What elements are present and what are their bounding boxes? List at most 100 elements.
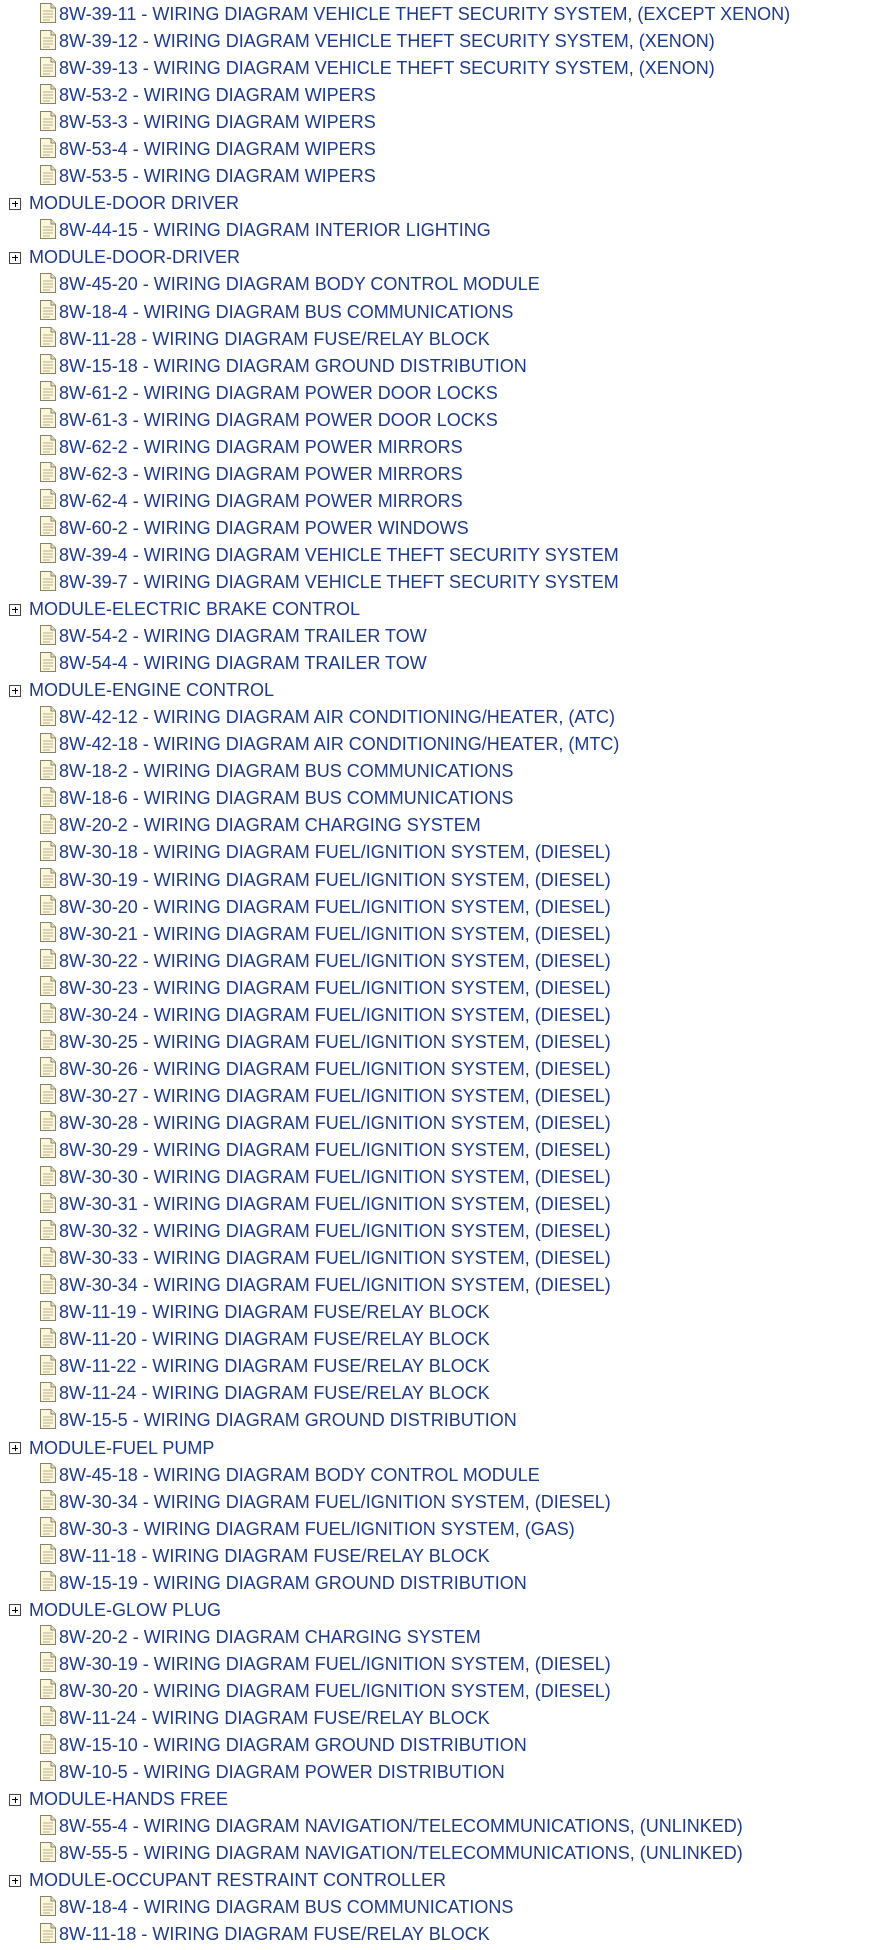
tree-item-link[interactable]: 8W-30-3 - WIRING DIAGRAM FUEL/IGNITION S… <box>59 1516 575 1543</box>
tree-item-row[interactable]: 8W-11-24 - WIRING DIAGRAM FUSE/RELAY BLO… <box>0 1705 896 1732</box>
tree-group-row[interactable]: MODULE-ENGINE CONTROL <box>0 677 896 704</box>
tree-group-row[interactable]: MODULE-HANDS FREE <box>0 1786 896 1813</box>
tree-item-link[interactable]: 8W-62-4 - WIRING DIAGRAM POWER MIRRORS <box>59 488 463 515</box>
tree-item-link[interactable]: 8W-53-3 - WIRING DIAGRAM WIPERS <box>59 109 376 136</box>
tree-item-link[interactable]: 8W-61-3 - WIRING DIAGRAM POWER DOOR LOCK… <box>59 407 498 434</box>
tree-item-row[interactable]: 8W-30-3 - WIRING DIAGRAM FUEL/IGNITION S… <box>0 1516 896 1543</box>
tree-item-row[interactable]: 8W-61-3 - WIRING DIAGRAM POWER DOOR LOCK… <box>0 407 896 434</box>
tree-item-row[interactable]: 8W-44-15 - WIRING DIAGRAM INTERIOR LIGHT… <box>0 217 896 244</box>
tree-group-label[interactable]: MODULE-GLOW PLUG <box>29 1597 221 1624</box>
tree-item-link[interactable]: 8W-45-18 - WIRING DIAGRAM BODY CONTROL M… <box>59 1462 540 1489</box>
tree-item-link[interactable]: 8W-54-2 - WIRING DIAGRAM TRAILER TOW <box>59 623 427 650</box>
tree-item-link[interactable]: 8W-39-7 - WIRING DIAGRAM VEHICLE THEFT S… <box>59 569 619 596</box>
tree-item-row[interactable]: 8W-30-20 - WIRING DIAGRAM FUEL/IGNITION … <box>0 1678 896 1705</box>
expand-plus-icon[interactable] <box>9 1604 21 1617</box>
tree-item-row[interactable]: 8W-10-5 - WIRING DIAGRAM POWER DISTRIBUT… <box>0 1759 896 1786</box>
tree-item-link[interactable]: 8W-11-24 - WIRING DIAGRAM FUSE/RELAY BLO… <box>59 1705 490 1732</box>
tree-group-label[interactable]: MODULE-DOOR DRIVER <box>29 190 239 217</box>
tree-item-link[interactable]: 8W-62-2 - WIRING DIAGRAM POWER MIRRORS <box>59 434 463 461</box>
expand-plus-icon[interactable] <box>9 251 21 264</box>
tree-item-row[interactable]: 8W-45-18 - WIRING DIAGRAM BODY CONTROL M… <box>0 1462 896 1489</box>
tree-item-link[interactable]: 8W-53-2 - WIRING DIAGRAM WIPERS <box>59 82 376 109</box>
tree-item-row[interactable]: 8W-15-19 - WIRING DIAGRAM GROUND DISTRIB… <box>0 1570 896 1597</box>
tree-item-link[interactable]: 8W-11-19 - WIRING DIAGRAM FUSE/RELAY BLO… <box>59 1299 490 1326</box>
tree-item-row[interactable]: 8W-55-5 - WIRING DIAGRAM NAVIGATION/TELE… <box>0 1840 896 1867</box>
tree-item-link[interactable]: 8W-42-12 - WIRING DIAGRAM AIR CONDITIONI… <box>59 704 615 731</box>
expand-plus-icon[interactable] <box>9 197 21 210</box>
tree-item-link[interactable]: 8W-30-20 - WIRING DIAGRAM FUEL/IGNITION … <box>59 894 611 921</box>
tree-item-link[interactable]: 8W-30-22 - WIRING DIAGRAM FUEL/IGNITION … <box>59 948 611 975</box>
tree-item-row[interactable]: 8W-15-10 - WIRING DIAGRAM GROUND DISTRIB… <box>0 1732 896 1759</box>
tree-item-link[interactable]: 8W-15-19 - WIRING DIAGRAM GROUND DISTRIB… <box>59 1570 527 1597</box>
tree-item-row[interactable]: 8W-30-31 - WIRING DIAGRAM FUEL/IGNITION … <box>0 1191 896 1218</box>
tree-item-row[interactable]: 8W-11-28 - WIRING DIAGRAM FUSE/RELAY BLO… <box>0 326 896 353</box>
tree-item-row[interactable]: 8W-30-27 - WIRING DIAGRAM FUEL/IGNITION … <box>0 1083 896 1110</box>
tree-group-label[interactable]: MODULE-ENGINE CONTROL <box>29 677 274 704</box>
tree-item-link[interactable]: 8W-39-13 - WIRING DIAGRAM VEHICLE THEFT … <box>59 55 715 82</box>
tree-item-link[interactable]: 8W-18-6 - WIRING DIAGRAM BUS COMMUNICATI… <box>59 785 513 812</box>
tree-item-row[interactable]: 8W-42-18 - WIRING DIAGRAM AIR CONDITIONI… <box>0 731 896 758</box>
tree-item-link[interactable]: 8W-30-33 - WIRING DIAGRAM FUEL/IGNITION … <box>59 1245 611 1272</box>
tree-item-link[interactable]: 8W-30-30 - WIRING DIAGRAM FUEL/IGNITION … <box>59 1164 611 1191</box>
tree-item-row[interactable]: 8W-30-29 - WIRING DIAGRAM FUEL/IGNITION … <box>0 1137 896 1164</box>
tree-item-row[interactable]: 8W-42-12 - WIRING DIAGRAM AIR CONDITIONI… <box>0 704 896 731</box>
tree-item-link[interactable]: 8W-30-25 - WIRING DIAGRAM FUEL/IGNITION … <box>59 1029 611 1056</box>
tree-item-link[interactable]: 8W-11-20 - WIRING DIAGRAM FUSE/RELAY BLO… <box>59 1326 490 1353</box>
tree-item-row[interactable]: 8W-62-2 - WIRING DIAGRAM POWER MIRRORS <box>0 434 896 461</box>
tree-group-row[interactable]: MODULE-FUEL PUMP <box>0 1434 896 1461</box>
tree-item-row[interactable]: 8W-11-19 - WIRING DIAGRAM FUSE/RELAY BLO… <box>0 1299 896 1326</box>
tree-group-row[interactable]: MODULE-GLOW PLUG <box>0 1597 896 1624</box>
tree-item-link[interactable]: 8W-60-2 - WIRING DIAGRAM POWER WINDOWS <box>59 515 469 542</box>
tree-item-link[interactable]: 8W-30-24 - WIRING DIAGRAM FUEL/IGNITION … <box>59 1002 611 1029</box>
tree-item-row[interactable]: 8W-11-18 - WIRING DIAGRAM FUSE/RELAY BLO… <box>0 1543 896 1570</box>
tree-item-link[interactable]: 8W-54-4 - WIRING DIAGRAM TRAILER TOW <box>59 650 427 677</box>
tree-item-link[interactable]: 8W-39-11 - WIRING DIAGRAM VEHICLE THEFT … <box>59 1 790 28</box>
tree-item-link[interactable]: 8W-11-22 - WIRING DIAGRAM FUSE/RELAY BLO… <box>59 1353 490 1380</box>
tree-group-row[interactable]: MODULE-DOOR DRIVER <box>0 190 896 217</box>
tree-group-label[interactable]: MODULE-HANDS FREE <box>29 1786 228 1813</box>
expand-plus-icon[interactable] <box>9 684 21 697</box>
expand-plus-icon[interactable] <box>9 603 21 616</box>
tree-item-link[interactable]: 8W-30-34 - WIRING DIAGRAM FUEL/IGNITION … <box>59 1489 611 1516</box>
tree-item-row[interactable]: 8W-30-23 - WIRING DIAGRAM FUEL/IGNITION … <box>0 975 896 1002</box>
tree-item-row[interactable]: 8W-30-33 - WIRING DIAGRAM FUEL/IGNITION … <box>0 1245 896 1272</box>
tree-item-row[interactable]: 8W-53-2 - WIRING DIAGRAM WIPERS <box>0 82 896 109</box>
tree-item-link[interactable]: 8W-10-5 - WIRING DIAGRAM POWER DISTRIBUT… <box>59 1759 505 1786</box>
tree-item-link[interactable]: 8W-18-4 - WIRING DIAGRAM BUS COMMUNICATI… <box>59 299 513 326</box>
tree-item-link[interactable]: 8W-42-18 - WIRING DIAGRAM AIR CONDITIONI… <box>59 731 619 758</box>
tree-item-row[interactable]: 8W-53-3 - WIRING DIAGRAM WIPERS <box>0 109 896 136</box>
tree-item-row[interactable]: 8W-55-4 - WIRING DIAGRAM NAVIGATION/TELE… <box>0 1813 896 1840</box>
tree-item-row[interactable]: 8W-39-7 - WIRING DIAGRAM VEHICLE THEFT S… <box>0 569 896 596</box>
tree-item-row[interactable]: 8W-18-2 - WIRING DIAGRAM BUS COMMUNICATI… <box>0 758 896 785</box>
tree-item-link[interactable]: 8W-30-31 - WIRING DIAGRAM FUEL/IGNITION … <box>59 1191 611 1218</box>
tree-group-label[interactable]: MODULE-OCCUPANT RESTRAINT CONTROLLER <box>29 1867 446 1894</box>
tree-item-link[interactable]: 8W-30-18 - WIRING DIAGRAM FUEL/IGNITION … <box>59 839 611 866</box>
tree-item-link[interactable]: 8W-30-19 - WIRING DIAGRAM FUEL/IGNITION … <box>59 867 611 894</box>
tree-item-row[interactable]: 8W-18-4 - WIRING DIAGRAM BUS COMMUNICATI… <box>0 299 896 326</box>
tree-item-link[interactable]: 8W-30-28 - WIRING DIAGRAM FUEL/IGNITION … <box>59 1110 611 1137</box>
tree-item-link[interactable]: 8W-15-10 - WIRING DIAGRAM GROUND DISTRIB… <box>59 1732 527 1759</box>
tree-item-row[interactable]: 8W-30-20 - WIRING DIAGRAM FUEL/IGNITION … <box>0 894 896 921</box>
tree-item-row[interactable]: 8W-20-2 - WIRING DIAGRAM CHARGING SYSTEM <box>0 1624 896 1651</box>
tree-item-row[interactable]: 8W-54-4 - WIRING DIAGRAM TRAILER TOW <box>0 650 896 677</box>
tree-item-link[interactable]: 8W-30-27 - WIRING DIAGRAM FUEL/IGNITION … <box>59 1083 611 1110</box>
tree-item-row[interactable]: 8W-61-2 - WIRING DIAGRAM POWER DOOR LOCK… <box>0 380 896 407</box>
tree-item-link[interactable]: 8W-53-5 - WIRING DIAGRAM WIPERS <box>59 163 376 190</box>
tree-item-row[interactable]: 8W-30-19 - WIRING DIAGRAM FUEL/IGNITION … <box>0 1651 896 1678</box>
tree-item-row[interactable]: 8W-53-4 - WIRING DIAGRAM WIPERS <box>0 136 896 163</box>
tree-item-row[interactable]: 8W-11-22 - WIRING DIAGRAM FUSE/RELAY BLO… <box>0 1353 896 1380</box>
tree-item-row[interactable]: 8W-20-2 - WIRING DIAGRAM CHARGING SYSTEM <box>0 812 896 839</box>
tree-item-link[interactable]: 8W-11-24 - WIRING DIAGRAM FUSE/RELAY BLO… <box>59 1380 490 1407</box>
tree-item-row[interactable]: 8W-54-2 - WIRING DIAGRAM TRAILER TOW <box>0 623 896 650</box>
expand-plus-icon[interactable] <box>9 1442 21 1454</box>
tree-item-link[interactable]: 8W-55-4 - WIRING DIAGRAM NAVIGATION/TELE… <box>59 1813 743 1840</box>
tree-item-row[interactable]: 8W-30-28 - WIRING DIAGRAM FUEL/IGNITION … <box>0 1110 896 1137</box>
tree-item-link[interactable]: 8W-30-23 - WIRING DIAGRAM FUEL/IGNITION … <box>59 975 611 1002</box>
tree-item-link[interactable]: 8W-15-18 - WIRING DIAGRAM GROUND DISTRIB… <box>59 353 527 380</box>
tree-item-row[interactable]: 8W-18-6 - WIRING DIAGRAM BUS COMMUNICATI… <box>0 785 896 812</box>
tree-group-row[interactable]: MODULE-DOOR-DRIVER <box>0 244 896 271</box>
tree-group-label[interactable]: MODULE-FUEL PUMP <box>29 1435 214 1462</box>
tree-item-row[interactable]: 8W-30-34 - WIRING DIAGRAM FUEL/IGNITION … <box>0 1272 896 1299</box>
tree-item-link[interactable]: 8W-30-20 - WIRING DIAGRAM FUEL/IGNITION … <box>59 1678 611 1705</box>
tree-item-link[interactable]: 8W-30-26 - WIRING DIAGRAM FUEL/IGNITION … <box>59 1056 611 1083</box>
